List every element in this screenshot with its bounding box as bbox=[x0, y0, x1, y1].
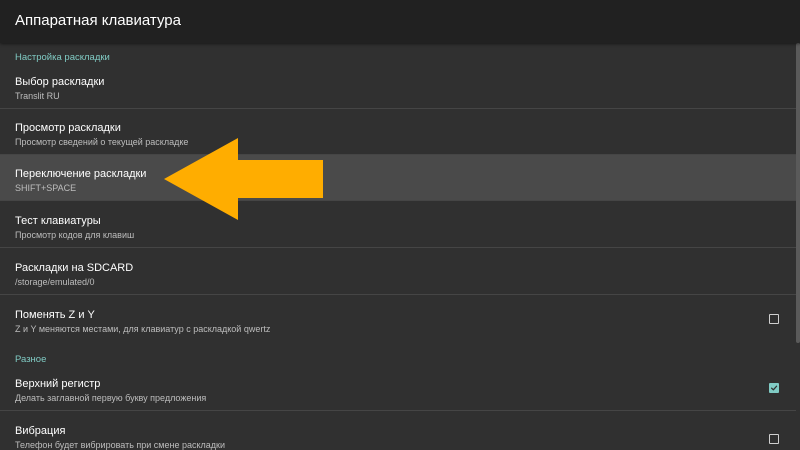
preferences-list: Настройка раскладки Выбор раскладки Tran… bbox=[0, 43, 800, 450]
pref-title: Вибрация bbox=[15, 425, 66, 437]
pref-keyboard-test[interactable]: Тест клавиатуры Просмотр кодов для клави… bbox=[0, 202, 796, 248]
pref-summary: Просмотр кодов для клавиш bbox=[15, 230, 135, 240]
pref-title: Поменять Z и Y bbox=[15, 309, 95, 321]
arrow-left-icon bbox=[164, 138, 323, 220]
capitalize-checkbox[interactable] bbox=[769, 383, 779, 393]
app-window: Аппаратная клавиатура Настройка раскладк… bbox=[0, 0, 800, 450]
checkmark-icon bbox=[770, 385, 778, 391]
pref-summary: SHIFT+SPACE bbox=[15, 183, 77, 193]
pref-layout-view[interactable]: Просмотр раскладки Просмотр сведений о т… bbox=[0, 109, 796, 155]
pref-layout-switch[interactable]: Переключение раскладки SHIFT+SPACE bbox=[0, 155, 796, 201]
pref-title: Тест клавиатуры bbox=[15, 215, 101, 227]
pref-title: Верхний регистр bbox=[15, 378, 101, 390]
pref-summary: /storage/emulated/0 bbox=[15, 277, 95, 287]
swap-z-y-checkbox[interactable] bbox=[769, 314, 779, 324]
app-bar: Аппаратная клавиатура bbox=[0, 0, 800, 43]
pref-sdcard-layouts[interactable]: Раскладки на SDCARD /storage/emulated/0 bbox=[0, 249, 796, 295]
pref-title: Выбор раскладки bbox=[15, 76, 105, 88]
pref-summary: Translit RU bbox=[15, 91, 60, 101]
pref-vibration[interactable]: Вибрация Телефон будет вибрировать при с… bbox=[0, 412, 796, 450]
pref-summary: Телефон будет вибрировать при смене раск… bbox=[15, 440, 225, 450]
pref-swap-z-y[interactable]: Поменять Z и Y Z и Y меняются местами, д… bbox=[0, 296, 796, 342]
scrollbar[interactable] bbox=[796, 43, 800, 343]
pref-title: Раскладки на SDCARD bbox=[15, 262, 134, 274]
vibration-checkbox[interactable] bbox=[769, 434, 779, 444]
pref-summary: Просмотр сведений о текущей раскладке bbox=[15, 137, 189, 147]
pref-summary: Делать заглавной первую букву предложени… bbox=[15, 393, 207, 403]
pref-title: Переключение раскладки bbox=[15, 168, 147, 180]
pref-title: Просмотр раскладки bbox=[15, 122, 121, 134]
pref-capitalize[interactable]: Верхний регистр Делать заглавной первую … bbox=[0, 365, 796, 411]
app-title: Аппаратная клавиатура bbox=[15, 12, 181, 29]
pref-layout-select[interactable]: Выбор раскладки Translit RU bbox=[0, 63, 796, 109]
pref-summary: Z и Y меняются местами, для клавиатур с … bbox=[15, 324, 271, 334]
